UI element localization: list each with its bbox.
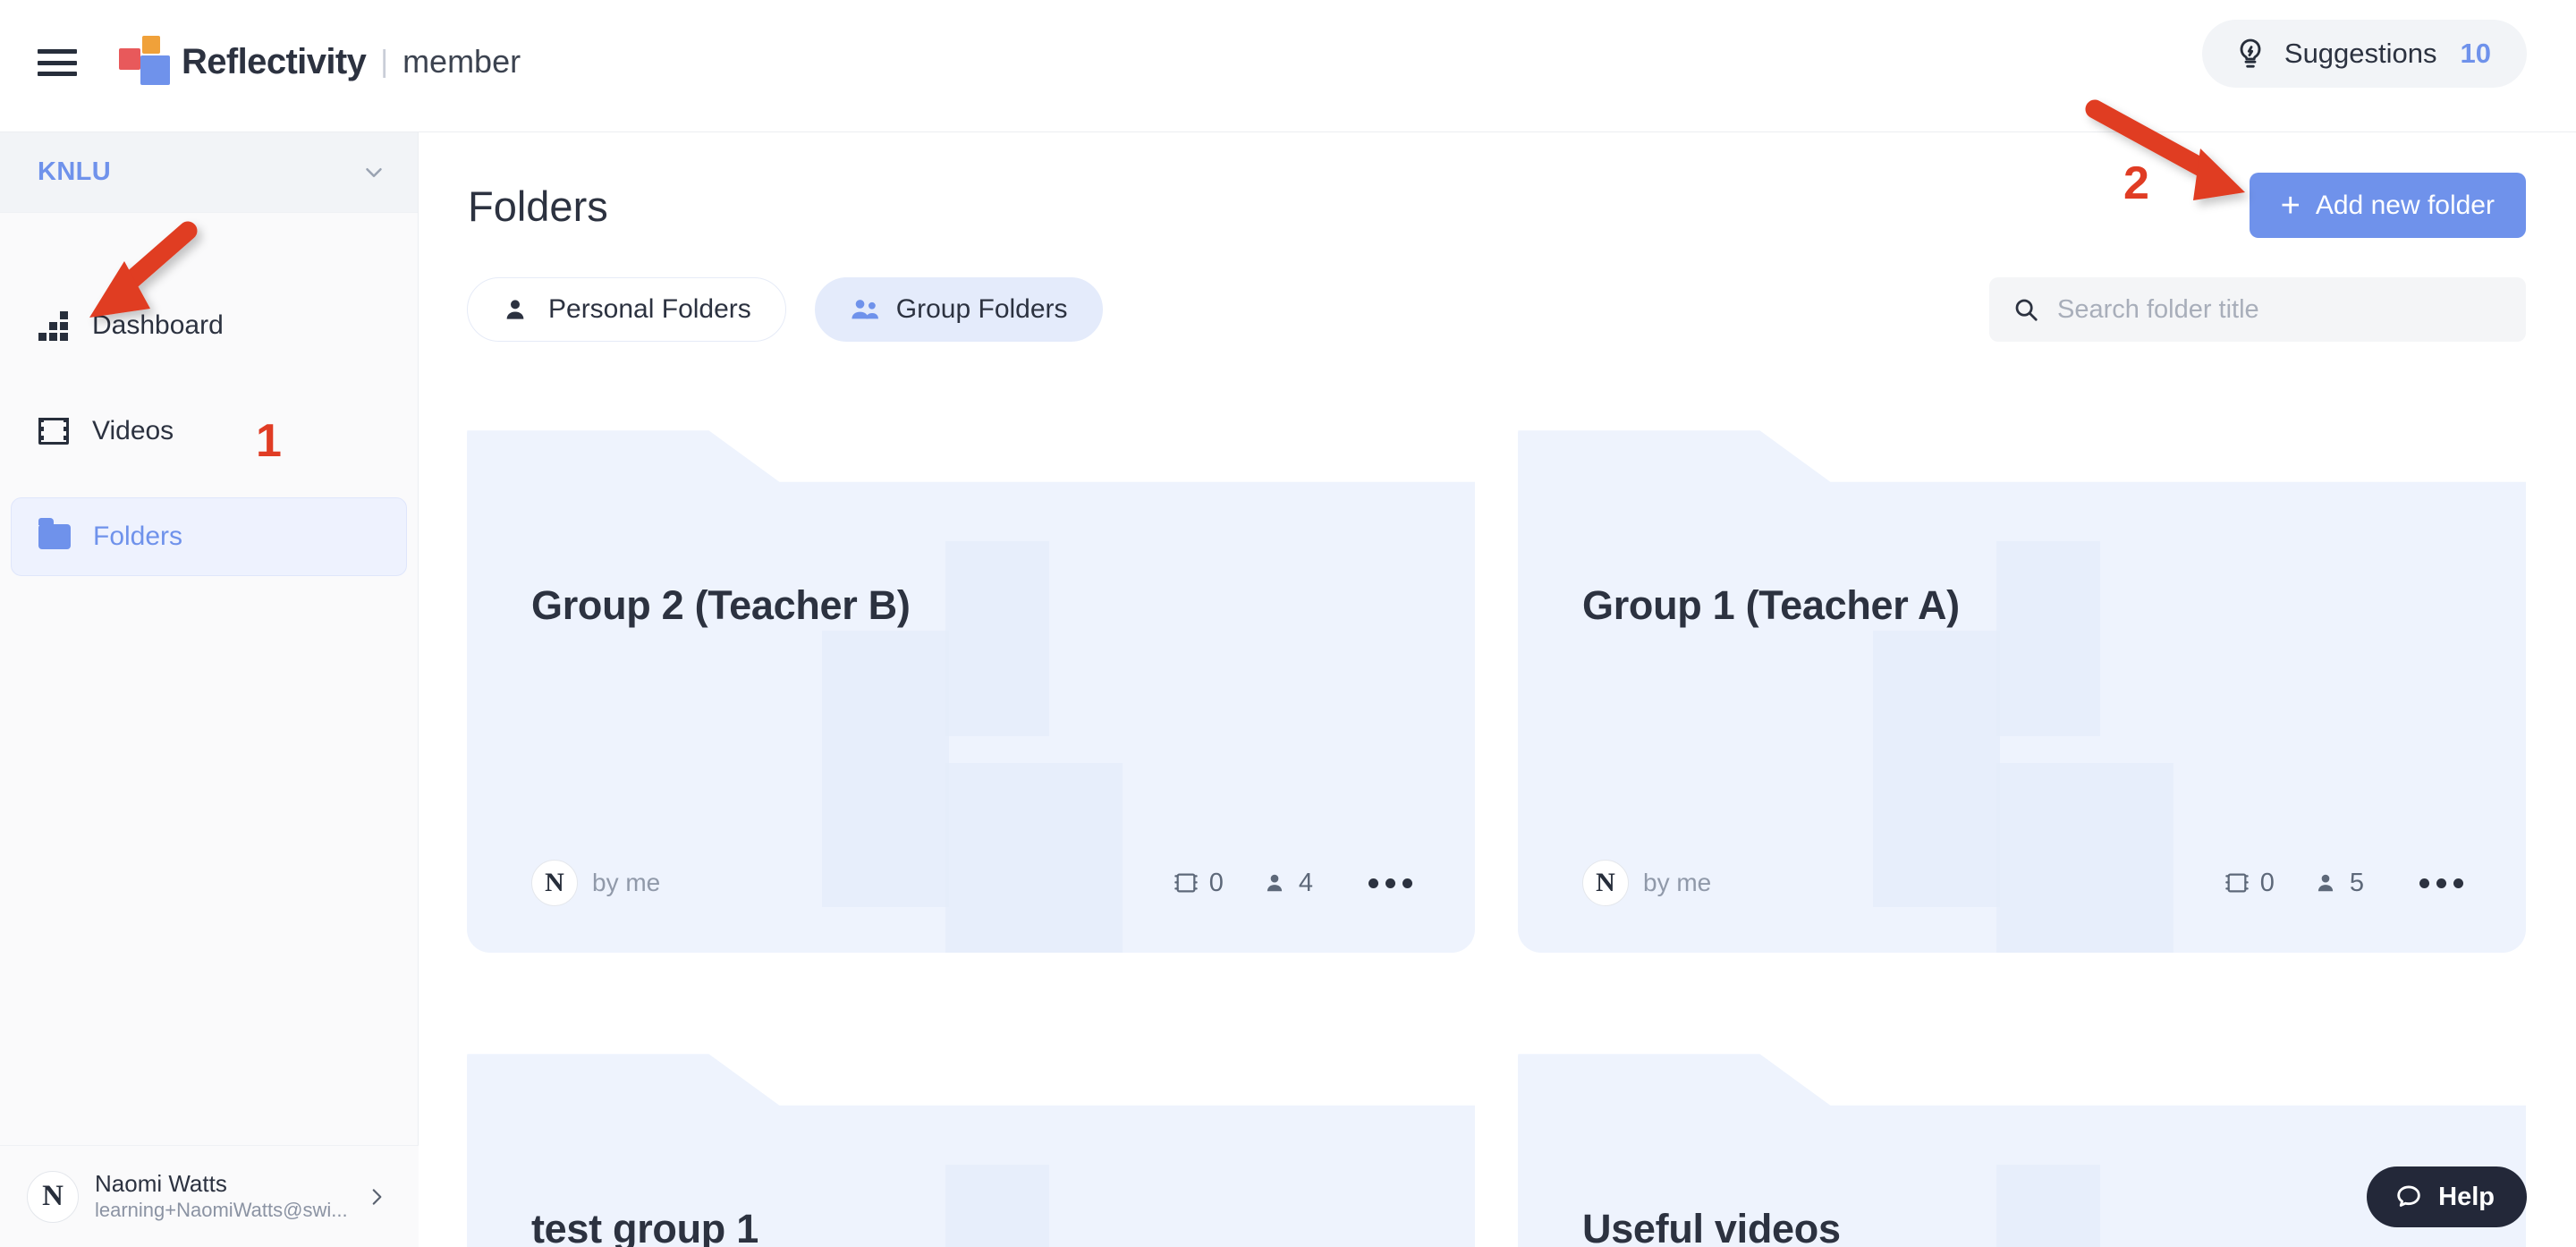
folder-card[interactable]: Group 1 (Teacher A) N by me 0 5 [1518, 430, 2526, 953]
folder-grid: Group 2 (Teacher B) N by me 0 4 Group 1 … [467, 411, 2526, 1247]
owner-avatar: N [531, 860, 578, 906]
hamburger-menu-icon[interactable] [38, 47, 77, 79]
reflectivity-logo-icon [119, 36, 171, 88]
owner-avatar: N [1582, 860, 1629, 906]
tab-personal-folders[interactable]: Personal Folders [467, 277, 786, 342]
people-icon [850, 294, 880, 325]
suggestions-button[interactable]: Suggestions 10 [2201, 20, 2527, 88]
folder-card[interactable]: Group 2 (Teacher B) N by me 0 4 [467, 430, 1475, 953]
page-title: Folders [468, 182, 608, 230]
help-button[interactable]: Help [2367, 1166, 2527, 1227]
dashboard-icon [38, 310, 70, 342]
member-count: 4 [1298, 868, 1313, 897]
user-email: learning+NaomiWatts@swi... [95, 1199, 348, 1222]
sidebar-item-label: Folders [93, 522, 183, 551]
add-new-folder-label: Add new folder [2315, 190, 2495, 220]
thumbnail-placeholder [945, 763, 1123, 953]
folder-icon [38, 518, 71, 553]
search-input[interactable] [2057, 294, 2503, 325]
folder-stats: 0 4 [1134, 869, 1412, 898]
film-icon [1174, 871, 1199, 895]
member-count-stat: 4 [1263, 869, 1313, 898]
folder-card-footer: N by me 0 [1582, 860, 2463, 906]
folder-card-footer: N by me 0 [531, 860, 1412, 906]
tab-label: Personal Folders [548, 294, 751, 324]
tab-label: Group Folders [895, 294, 1068, 324]
chat-bubble-icon [2397, 1185, 2420, 1207]
thumbnail-placeholder [1996, 541, 2101, 736]
search-folder-box[interactable] [1989, 277, 2526, 342]
more-options-icon[interactable] [1368, 878, 1412, 888]
chevron-down-icon [366, 167, 382, 177]
sidebar: KNLU Dashboard Videos Folders N Naomi Wa… [0, 132, 419, 1247]
person-icon [502, 294, 532, 325]
sidebar-item-folders[interactable]: Folders [11, 497, 407, 576]
folder-title: test group 1 [531, 1206, 758, 1247]
brand-name: Reflectivity [182, 41, 367, 81]
more-options-icon[interactable] [2419, 878, 2463, 888]
film-icon [2224, 871, 2250, 895]
member-count-stat: 5 [2314, 869, 2364, 898]
org-switcher[interactable]: KNLU [0, 132, 418, 213]
lightbulb-icon [2240, 38, 2261, 68]
brand-role: member [402, 43, 521, 80]
brand: Reflectivity | member [119, 36, 521, 88]
person-icon [1263, 871, 1288, 895]
thumbnail-placeholder [1996, 1165, 2101, 1247]
suggestions-label: Suggestions [2284, 38, 2437, 69]
sidebar-item-label: Videos [92, 416, 174, 445]
sidebar-item-videos[interactable]: Videos [11, 392, 407, 471]
plus-icon: + [2280, 186, 2301, 225]
video-count-stat: 0 [2224, 869, 2275, 898]
thumbnail-placeholder [945, 1165, 1050, 1247]
folder-title: Useful videos [1582, 1206, 1841, 1247]
folder-title: Group 1 (Teacher A) [1582, 582, 1960, 628]
film-icon [38, 415, 70, 447]
top-bar: Reflectivity | member Suggestions 10 [0, 0, 2576, 132]
thumbnail-placeholder [1996, 763, 2174, 953]
video-count-stat: 0 [1174, 869, 1224, 898]
folder-stats: 0 5 [2185, 869, 2463, 898]
member-count: 5 [2349, 868, 2364, 897]
person-icon [2314, 871, 2339, 895]
owner-label: by me [1643, 869, 1712, 896]
sidebar-item-label: Dashboard [92, 310, 224, 340]
brand-separator: | [380, 44, 389, 79]
video-count: 0 [2259, 868, 2275, 897]
sidebar-item-dashboard[interactable]: Dashboard [11, 286, 407, 365]
tab-group-folders[interactable]: Group Folders [814, 277, 1103, 342]
sidebar-nav: Dashboard Videos Folders [0, 286, 418, 576]
search-icon [2015, 299, 2038, 321]
video-count: 0 [1208, 868, 1224, 897]
user-text: Naomi Watts learning+NaomiWatts@swi... [95, 1169, 365, 1224]
org-name: KNLU [38, 157, 112, 186]
add-new-folder-button[interactable]: + Add new folder [2249, 173, 2526, 238]
thumbnail-placeholder [945, 541, 1050, 736]
folder-title: Group 2 (Teacher B) [531, 582, 911, 628]
user-profile-button[interactable]: N Naomi Watts learning+NaomiWatts@swi... [0, 1145, 419, 1247]
help-label: Help [2438, 1182, 2495, 1211]
owner-label: by me [592, 869, 661, 896]
app-root: Reflectivity | member Suggestions 10 KNL… [0, 0, 2576, 1247]
folder-type-tabs: Personal Folders Group Folders [467, 277, 1103, 342]
user-name: Naomi Watts [95, 1169, 227, 1197]
folder-card[interactable]: test group 1 [467, 1054, 1475, 1247]
suggestions-count: 10 [2460, 38, 2491, 69]
avatar: N [27, 1170, 79, 1223]
main-content: Folders Personal Folders Group Folders +… [419, 132, 2576, 1247]
chevron-right-icon [372, 1188, 382, 1205]
